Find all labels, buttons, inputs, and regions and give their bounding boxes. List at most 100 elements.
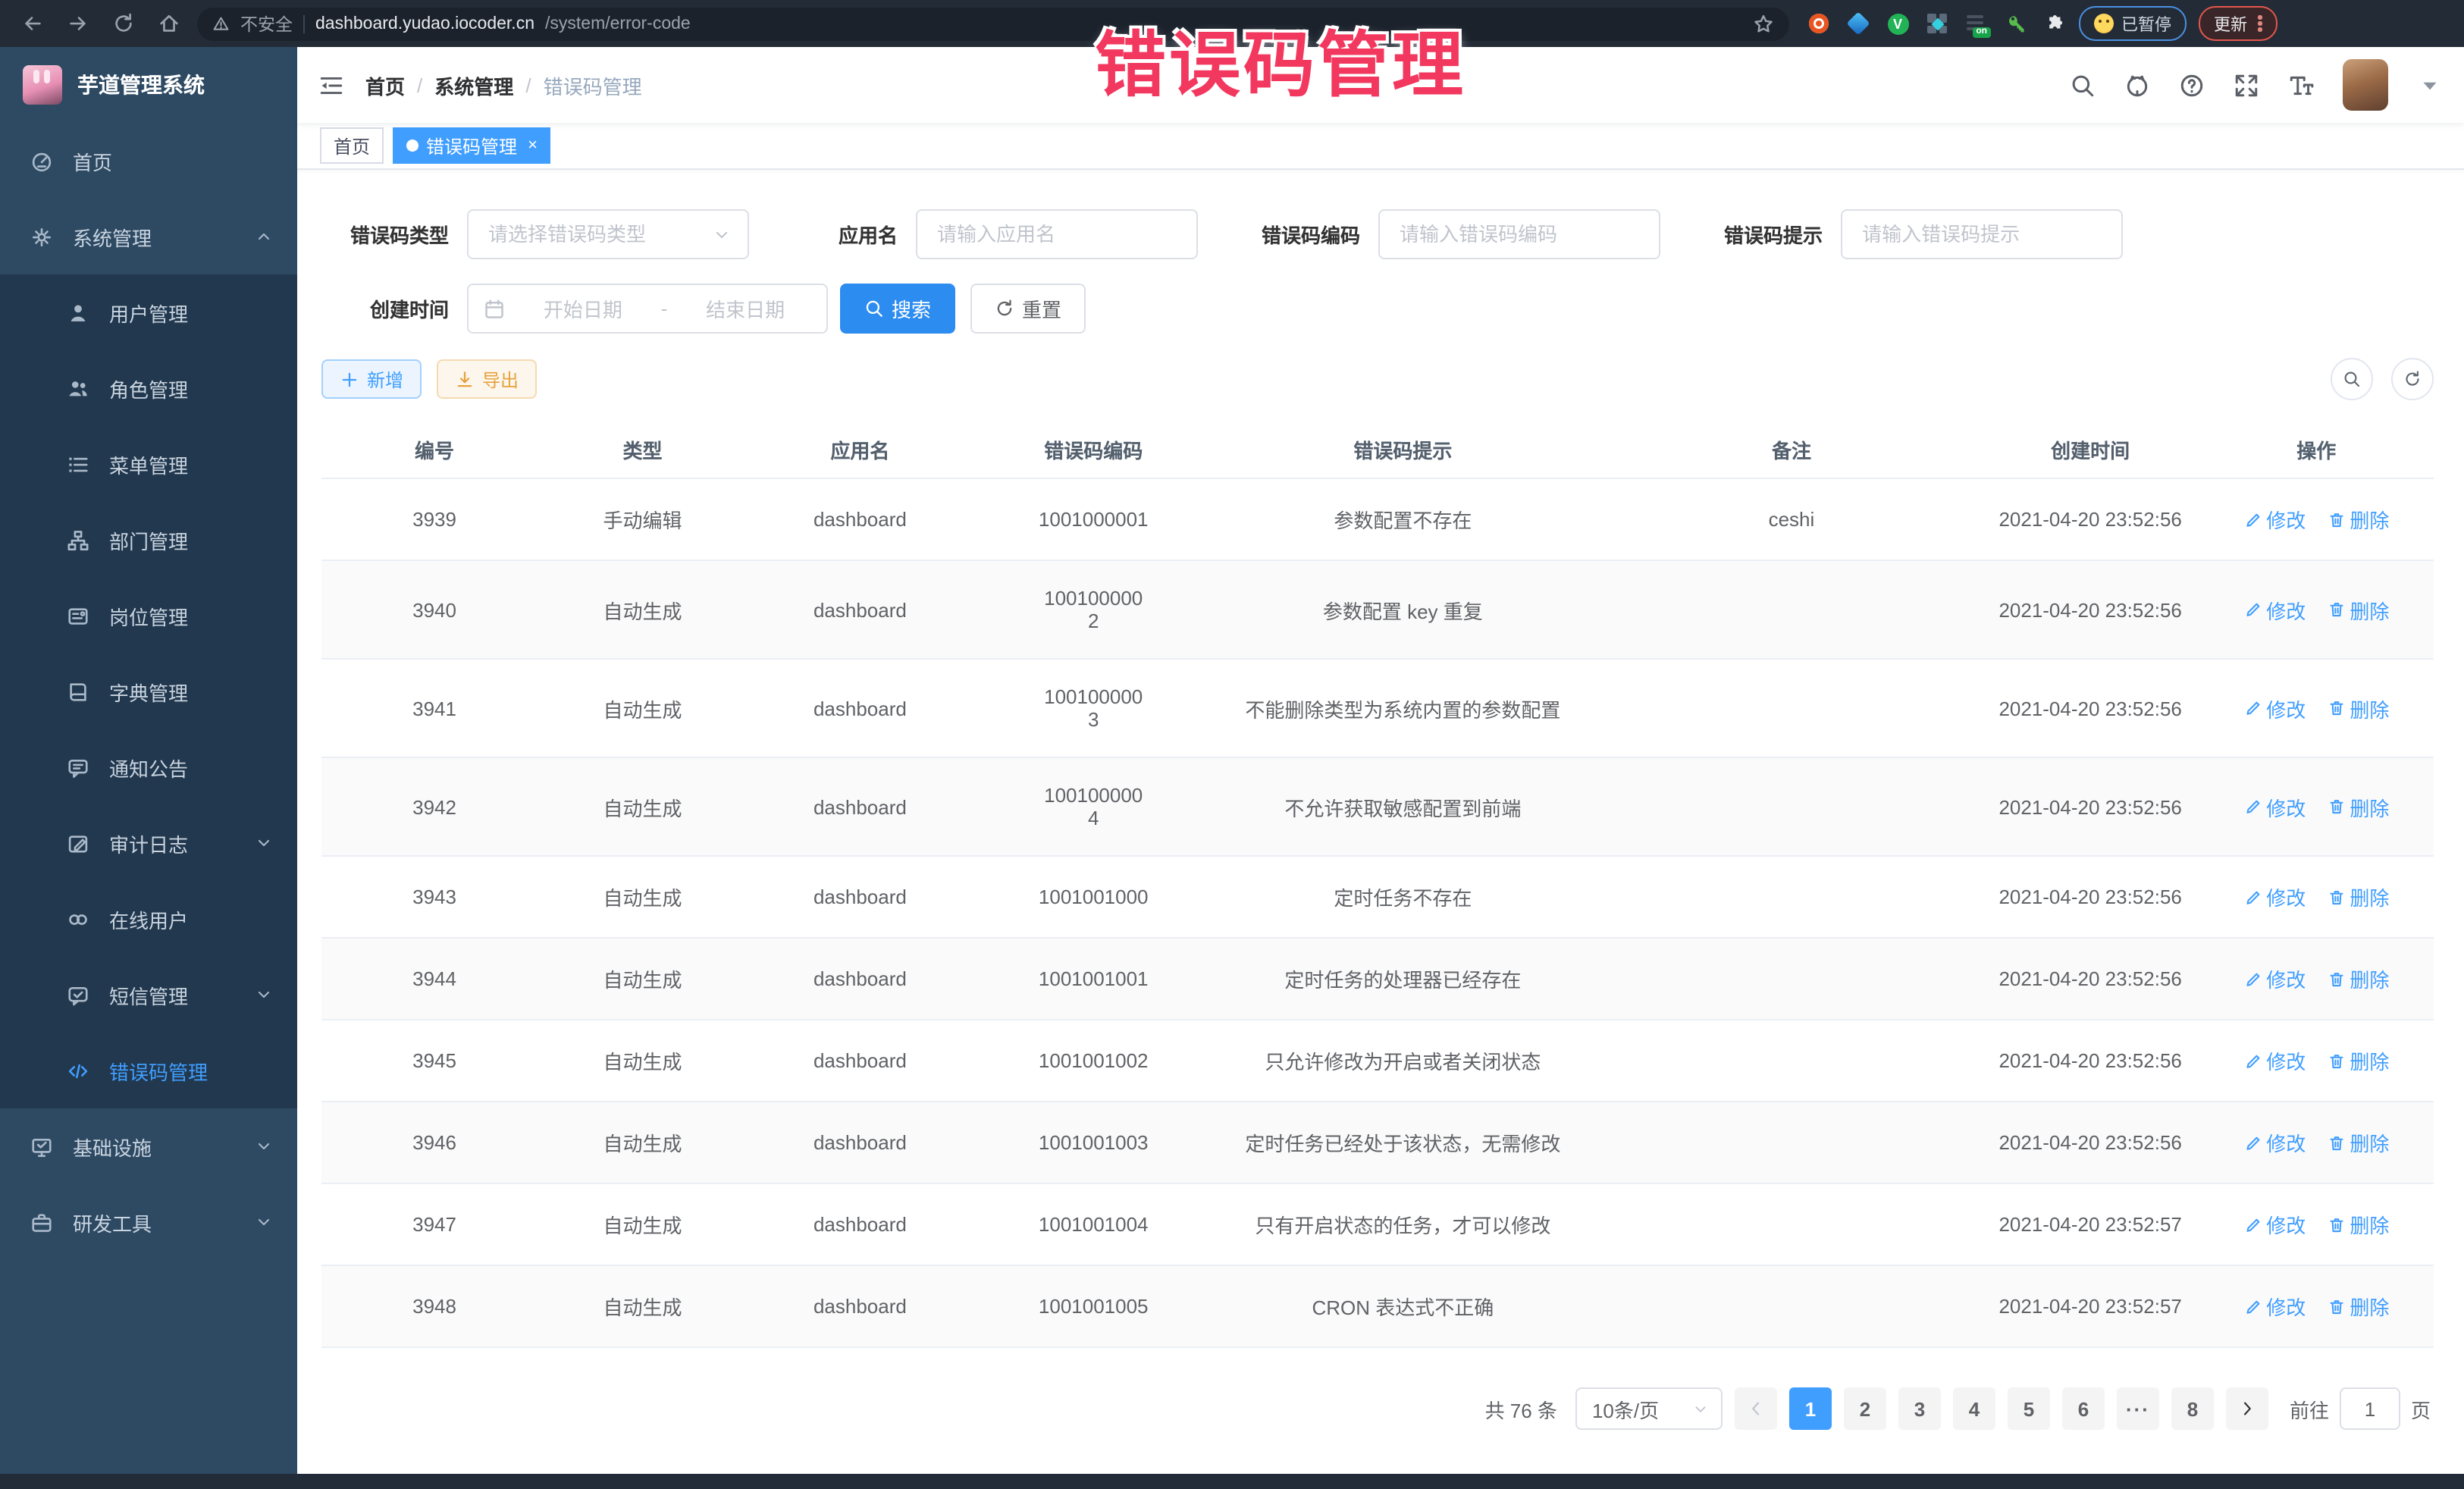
tab-home[interactable]: 首页 [320, 127, 384, 164]
sidebar-item-dept[interactable]: 部门管理 [0, 502, 297, 578]
extension-squares-icon[interactable] [1926, 12, 1948, 35]
sidebar-item-sms[interactable]: 短信管理 [0, 957, 297, 1033]
delete-link[interactable]: 删除 [2327, 1046, 2389, 1075]
breadcrumb-home[interactable]: 首页 [365, 71, 405, 99]
next-page-button[interactable] [2226, 1387, 2268, 1430]
sidebar-item-dev-tools[interactable]: 研发工具 [0, 1184, 297, 1260]
create-time-range-picker[interactable]: 开始日期 - 结束日期 [467, 284, 828, 334]
sidebar-item-infra[interactable]: 基础设施 [0, 1108, 297, 1184]
prev-page-button[interactable] [1735, 1387, 1777, 1430]
date-end-placeholder[interactable]: 结束日期 [679, 294, 811, 323]
browser-home-icon[interactable] [152, 7, 185, 40]
delete-link[interactable]: 删除 [2327, 1292, 2389, 1321]
browser-back-icon[interactable] [15, 7, 49, 40]
tab-error-code[interactable]: 错误码管理× [393, 127, 551, 164]
export-button[interactable]: 导出 [437, 359, 537, 399]
edit-link[interactable]: 修改 [2243, 792, 2306, 821]
extension-green-icon[interactable]: V [1886, 12, 1909, 35]
page-button-8[interactable]: 8 [2171, 1387, 2214, 1430]
delete-link[interactable]: 删除 [2327, 694, 2389, 723]
goto-suffix: 页 [2411, 1394, 2431, 1423]
reset-button[interactable]: 重置 [970, 284, 1086, 334]
edit-link[interactable]: 修改 [2243, 882, 2306, 911]
close-icon[interactable]: × [528, 137, 538, 154]
delete-link[interactable]: 删除 [2327, 882, 2389, 911]
sidebar-item-system[interactable]: 系统管理 [0, 199, 297, 274]
browser-forward-icon[interactable] [61, 7, 94, 40]
bottom-scrollbar-strip[interactable] [0, 1474, 2464, 1489]
cell-app: dashboard [738, 1265, 983, 1347]
edit-link[interactable]: 修改 [2243, 964, 2306, 993]
edit-link[interactable]: 修改 [2243, 595, 2306, 624]
extension-gem-icon[interactable] [1847, 12, 1870, 35]
error-code-type-select-input[interactable] [485, 221, 707, 247]
sidebar-item-notice[interactable]: 通知公告 [0, 729, 297, 805]
sidebar-item-dict[interactable]: 字典管理 [0, 654, 297, 729]
refresh-table-button[interactable] [2391, 358, 2434, 400]
delete-link[interactable]: 删除 [2327, 1210, 2389, 1239]
sidebar-item-audit-log[interactable]: 审计日志 [0, 805, 297, 881]
delete-link[interactable]: 删除 [2327, 1128, 2389, 1157]
address-bar[interactable]: 不安全 dashboard.yudao.iocoder.cn/system/er… [197, 7, 1789, 40]
help-icon[interactable] [2179, 72, 2205, 98]
page-button-1[interactable]: 1 [1789, 1387, 1832, 1430]
profile-paused-badge[interactable]: 已暂停 [2079, 6, 2187, 41]
page-button-5[interactable]: 5 [2008, 1387, 2050, 1430]
breadcrumb-system[interactable]: 系统管理 [434, 71, 513, 99]
sidebar-item-menu[interactable]: 菜单管理 [0, 426, 297, 502]
sidebar-item-role[interactable]: 角色管理 [0, 350, 297, 426]
browser-update-button[interactable]: 更新 [2199, 6, 2277, 41]
delete-link[interactable]: 删除 [2327, 964, 2389, 993]
bookmark-star-icon[interactable] [1753, 13, 1774, 34]
extensions-puzzle-icon[interactable] [2044, 12, 2067, 35]
edit-link[interactable]: 修改 [2243, 1210, 2306, 1239]
edit-link[interactable]: 修改 [2243, 505, 2306, 534]
page-ellipsis[interactable]: ··· [2117, 1387, 2159, 1430]
font-size-icon[interactable] [2288, 72, 2314, 98]
date-start-placeholder[interactable]: 开始日期 [517, 294, 649, 323]
error-code-input[interactable] [1397, 221, 1642, 247]
hamburger-icon[interactable] [318, 72, 344, 98]
extension-key-icon[interactable] [2005, 12, 2027, 35]
error-hint-input[interactable] [1859, 221, 2105, 247]
sidebar-item-post[interactable]: 岗位管理 [0, 578, 297, 654]
edit-link[interactable]: 修改 [2243, 1292, 2306, 1321]
delete-link[interactable]: 删除 [2327, 792, 2389, 821]
search-button[interactable]: 搜索 [840, 284, 955, 334]
edit-link[interactable]: 修改 [2243, 1046, 2306, 1075]
cell-time: 2021-04-20 23:52:56 [1982, 659, 2199, 757]
page-button-4[interactable]: 4 [1953, 1387, 1995, 1430]
edit-link[interactable]: 修改 [2243, 694, 2306, 723]
browser-reload-icon[interactable] [106, 7, 140, 40]
user-avatar[interactable] [2343, 59, 2388, 111]
pagination: 共 76 条 10条/页 123456···8 前往 页 [321, 1387, 2431, 1430]
fullscreen-icon[interactable] [2234, 72, 2259, 98]
toggle-search-button[interactable] [2331, 358, 2373, 400]
cell-time: 2021-04-20 23:52:57 [1982, 1265, 2199, 1347]
extension-switch-icon[interactable]: on [1965, 12, 1988, 35]
page-button-2[interactable]: 2 [1844, 1387, 1886, 1430]
app-name-input[interactable] [934, 221, 1180, 247]
goto-page-input[interactable] [2340, 1387, 2400, 1430]
add-button[interactable]: 新增 [321, 359, 422, 399]
edit-link[interactable]: 修改 [2243, 1128, 2306, 1157]
delete-link[interactable]: 删除 [2327, 595, 2389, 624]
page-button-3[interactable]: 3 [1898, 1387, 1941, 1430]
github-icon[interactable] [2124, 72, 2150, 98]
page-size-select[interactable]: 10条/页 [1575, 1387, 1723, 1430]
sidebar-item-home[interactable]: 首页 [0, 123, 297, 199]
page-button-6[interactable]: 6 [2062, 1387, 2105, 1430]
extension-orange-icon[interactable] [1807, 12, 1830, 35]
header-search-icon[interactable] [2070, 72, 2096, 98]
profile-avatar-emoji [2094, 14, 2114, 33]
sidebar-logo[interactable]: 芋道管理系统 [0, 47, 297, 123]
chevron-down-icon [255, 1213, 273, 1231]
sidebar-item-online-user[interactable]: 在线用户 [0, 881, 297, 957]
sidebar-item-error-code[interactable]: 错误码管理 [0, 1033, 297, 1108]
sidebar-item-user[interactable]: 用户管理 [0, 274, 297, 350]
error-code-type-select[interactable] [467, 209, 749, 259]
delete-link[interactable]: 删除 [2327, 505, 2389, 534]
pagination-total: 共 76 条 [1485, 1394, 1557, 1423]
browser-menu-icon[interactable] [2258, 16, 2262, 32]
avatar-caret-icon[interactable] [2417, 72, 2443, 98]
